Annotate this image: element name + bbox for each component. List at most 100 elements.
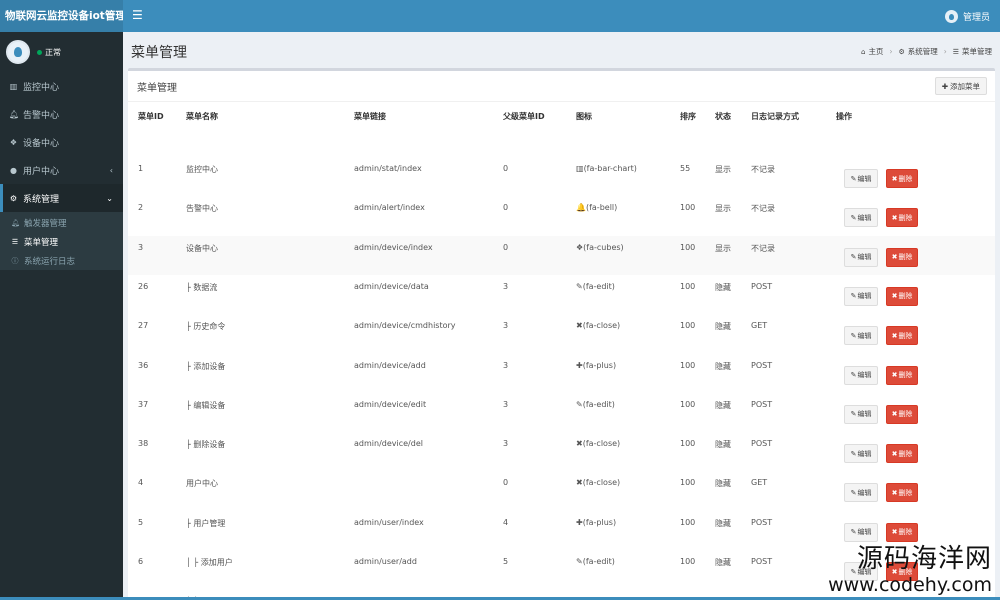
cell-log-mode: GET bbox=[751, 321, 768, 331]
bell-icon: 🔔︎ bbox=[11, 218, 20, 227]
table-row: 36 ├ 添加设备 admin/device/add 3 100 隐藏 POST ✚(fa-p… bbox=[128, 354, 995, 393]
info-icon: ⓘ bbox=[11, 256, 19, 265]
add-menu-button[interactable]: ✚ 添加菜单 bbox=[934, 77, 987, 95]
menu-icon-class: (fa-edit) bbox=[582, 281, 615, 291]
breadcrumb-system[interactable]: 系统管理 bbox=[908, 46, 938, 57]
menu-icon-glyph: ✚ bbox=[576, 517, 583, 527]
menu-icon-glyph: ✎ bbox=[576, 399, 583, 409]
edit-icon: ✎ bbox=[850, 253, 857, 262]
sidebar-item-monitor[interactable]: ▥ 监控中心 bbox=[0, 72, 123, 100]
cell-id: 5 bbox=[138, 517, 144, 527]
list-icon: ☰ bbox=[11, 237, 19, 246]
cell-parent-id: 3 bbox=[503, 360, 509, 370]
edit-button[interactable]: ✎ 编辑 bbox=[844, 247, 878, 267]
cell-sort: 100 bbox=[680, 557, 696, 566]
close-icon: ✖ bbox=[891, 528, 898, 537]
cell-sort: 100 bbox=[680, 478, 696, 488]
edit-button[interactable]: ✎ 编辑 bbox=[844, 404, 878, 424]
edit-button[interactable]: ✎ 编辑 bbox=[844, 208, 878, 228]
table-row: 26 ├ 数据流 admin/device/data 3 100 隐藏 POST ✎(fa-e… bbox=[128, 275, 995, 314]
menu-icon-glyph: ▥ bbox=[576, 164, 584, 173]
app-brand[interactable]: 物联网云监控设备iot管理 bbox=[0, 0, 123, 32]
delete-button[interactable]: ✖ 删除 bbox=[886, 208, 918, 228]
sidebar-toggle-icon[interactable]: ☰ bbox=[128, 0, 147, 32]
breadcrumb-current: 菜单管理 bbox=[962, 47, 992, 56]
cell-icon: 🔔(fa-bell) bbox=[576, 203, 617, 212]
delete-button[interactable]: ✖ 删除 bbox=[886, 404, 918, 424]
delete-button[interactable]: ✖ 删除 bbox=[886, 483, 918, 503]
cell-sort: 100 bbox=[680, 203, 696, 213]
sidebar-subitem-log[interactable]: ⓘ 系统运行日志 bbox=[0, 251, 123, 270]
delete-button[interactable]: ✖ 删除 bbox=[886, 365, 918, 385]
delete-button[interactable]: ✖ 删除 bbox=[886, 522, 918, 542]
delete-button[interactable]: ✖ 删除 bbox=[886, 247, 918, 267]
delete-button[interactable]: ✖ 删除 bbox=[886, 444, 918, 464]
edit-button[interactable]: ✎ 编辑 bbox=[844, 365, 878, 385]
cell-sort: 100 bbox=[680, 439, 696, 449]
cell-state: 显示 bbox=[715, 204, 731, 214]
delete-label: 删除 bbox=[898, 253, 913, 262]
cell-parent-id: 0 bbox=[503, 164, 509, 173]
list-icon: ☰ bbox=[952, 47, 959, 56]
menu-icon-glyph: ✖ bbox=[576, 439, 583, 449]
top-navbar: 物联网云监控设备iot管理 ☰ 管理员 bbox=[0, 0, 1000, 32]
sidebar-item-system[interactable]: ⚙ 系统管理 ⌄ bbox=[0, 184, 123, 212]
sidebar-subitem-trigger[interactable]: 🔔︎ 触发器管理 bbox=[0, 213, 123, 232]
gear-icon: ⚙ bbox=[9, 193, 18, 203]
menu-icon-class: (fa-bell) bbox=[585, 203, 618, 213]
cell-log-mode: POST bbox=[751, 360, 773, 370]
edit-label: 编辑 bbox=[857, 488, 872, 497]
delete-button[interactable]: ✖ 删除 bbox=[886, 169, 918, 188]
edit-label: 编辑 bbox=[857, 449, 872, 458]
close-icon: ✖ bbox=[891, 213, 898, 222]
close-icon: ✖ bbox=[891, 331, 898, 340]
sidebar-item-alert[interactable]: 🔔︎ 告警中心 bbox=[0, 100, 123, 128]
menu-icon-class: (fa-close) bbox=[582, 439, 621, 449]
breadcrumb-home[interactable]: 主页 bbox=[868, 46, 883, 57]
cell-parent-id: 3 bbox=[503, 281, 509, 291]
cell-state: 隐藏 bbox=[715, 518, 731, 528]
edit-button[interactable]: ✎ 编辑 bbox=[844, 169, 878, 188]
cell-icon: ✖(fa-close) bbox=[576, 439, 620, 448]
cell-icon: ✎(fa-edit) bbox=[576, 282, 615, 291]
cell-name: 设备中心 bbox=[186, 243, 218, 253]
edit-button[interactable]: ✎ 编辑 bbox=[844, 483, 878, 503]
cell-parent-id: 3 bbox=[503, 399, 509, 409]
edit-label: 编辑 bbox=[857, 292, 872, 301]
user-menu[interactable]: 管理员 bbox=[944, 0, 990, 32]
cell-state: 隐藏 bbox=[715, 558, 731, 567]
delete-button[interactable]: ✖ 删除 bbox=[886, 326, 918, 346]
sidebar-subitem-menu[interactable]: ☰ 菜单管理 bbox=[0, 232, 123, 251]
sidebar-item-user[interactable]: ● 用户中心 ‹ bbox=[0, 156, 123, 184]
cell-name: ├ 数据流 bbox=[186, 282, 218, 292]
breadcrumb-separator: › bbox=[943, 47, 947, 56]
cell-link: admin/device/edit bbox=[354, 399, 427, 409]
page-title: 菜单管理 bbox=[131, 45, 187, 61]
edit-label: 编辑 bbox=[857, 528, 872, 537]
edit-button[interactable]: ✎ 编辑 bbox=[844, 326, 878, 346]
edit-button[interactable]: ✎ 编辑 bbox=[844, 286, 878, 306]
cell-id: 2 bbox=[138, 203, 144, 213]
cell-icon: ✎(fa-edit) bbox=[576, 400, 615, 409]
delete-label: 删除 bbox=[898, 449, 913, 458]
delete-button[interactable]: ✖ 删除 bbox=[886, 286, 918, 306]
sidebar-item-device[interactable]: ❖ 设备中心 bbox=[0, 128, 123, 156]
edit-button[interactable]: ✎ 编辑 bbox=[844, 522, 878, 542]
chevron-down-icon: ⌄ bbox=[106, 193, 113, 203]
cell-sort: 100 bbox=[680, 281, 696, 291]
cell-parent-id: 0 bbox=[503, 203, 509, 213]
close-icon: ✖ bbox=[891, 292, 898, 301]
cell-log-mode: POST bbox=[751, 399, 773, 409]
delete-label: 删除 bbox=[898, 528, 913, 537]
close-icon: ✖ bbox=[891, 488, 898, 497]
edit-icon: ✎ bbox=[850, 331, 857, 340]
cell-link: admin/device/index bbox=[354, 242, 433, 252]
menu-icon-glyph: ✖ bbox=[576, 321, 583, 331]
cell-name: ├ 历史命令 bbox=[186, 322, 226, 332]
edit-button[interactable]: ✎ 编辑 bbox=[844, 444, 878, 464]
edit-label: 编辑 bbox=[857, 371, 872, 379]
cell-state: 隐藏 bbox=[715, 440, 731, 450]
close-icon: ✖ bbox=[891, 449, 898, 458]
menu-icon-glyph: ✎ bbox=[576, 557, 583, 566]
header-log-mode: 日志记录方式 bbox=[751, 112, 799, 121]
